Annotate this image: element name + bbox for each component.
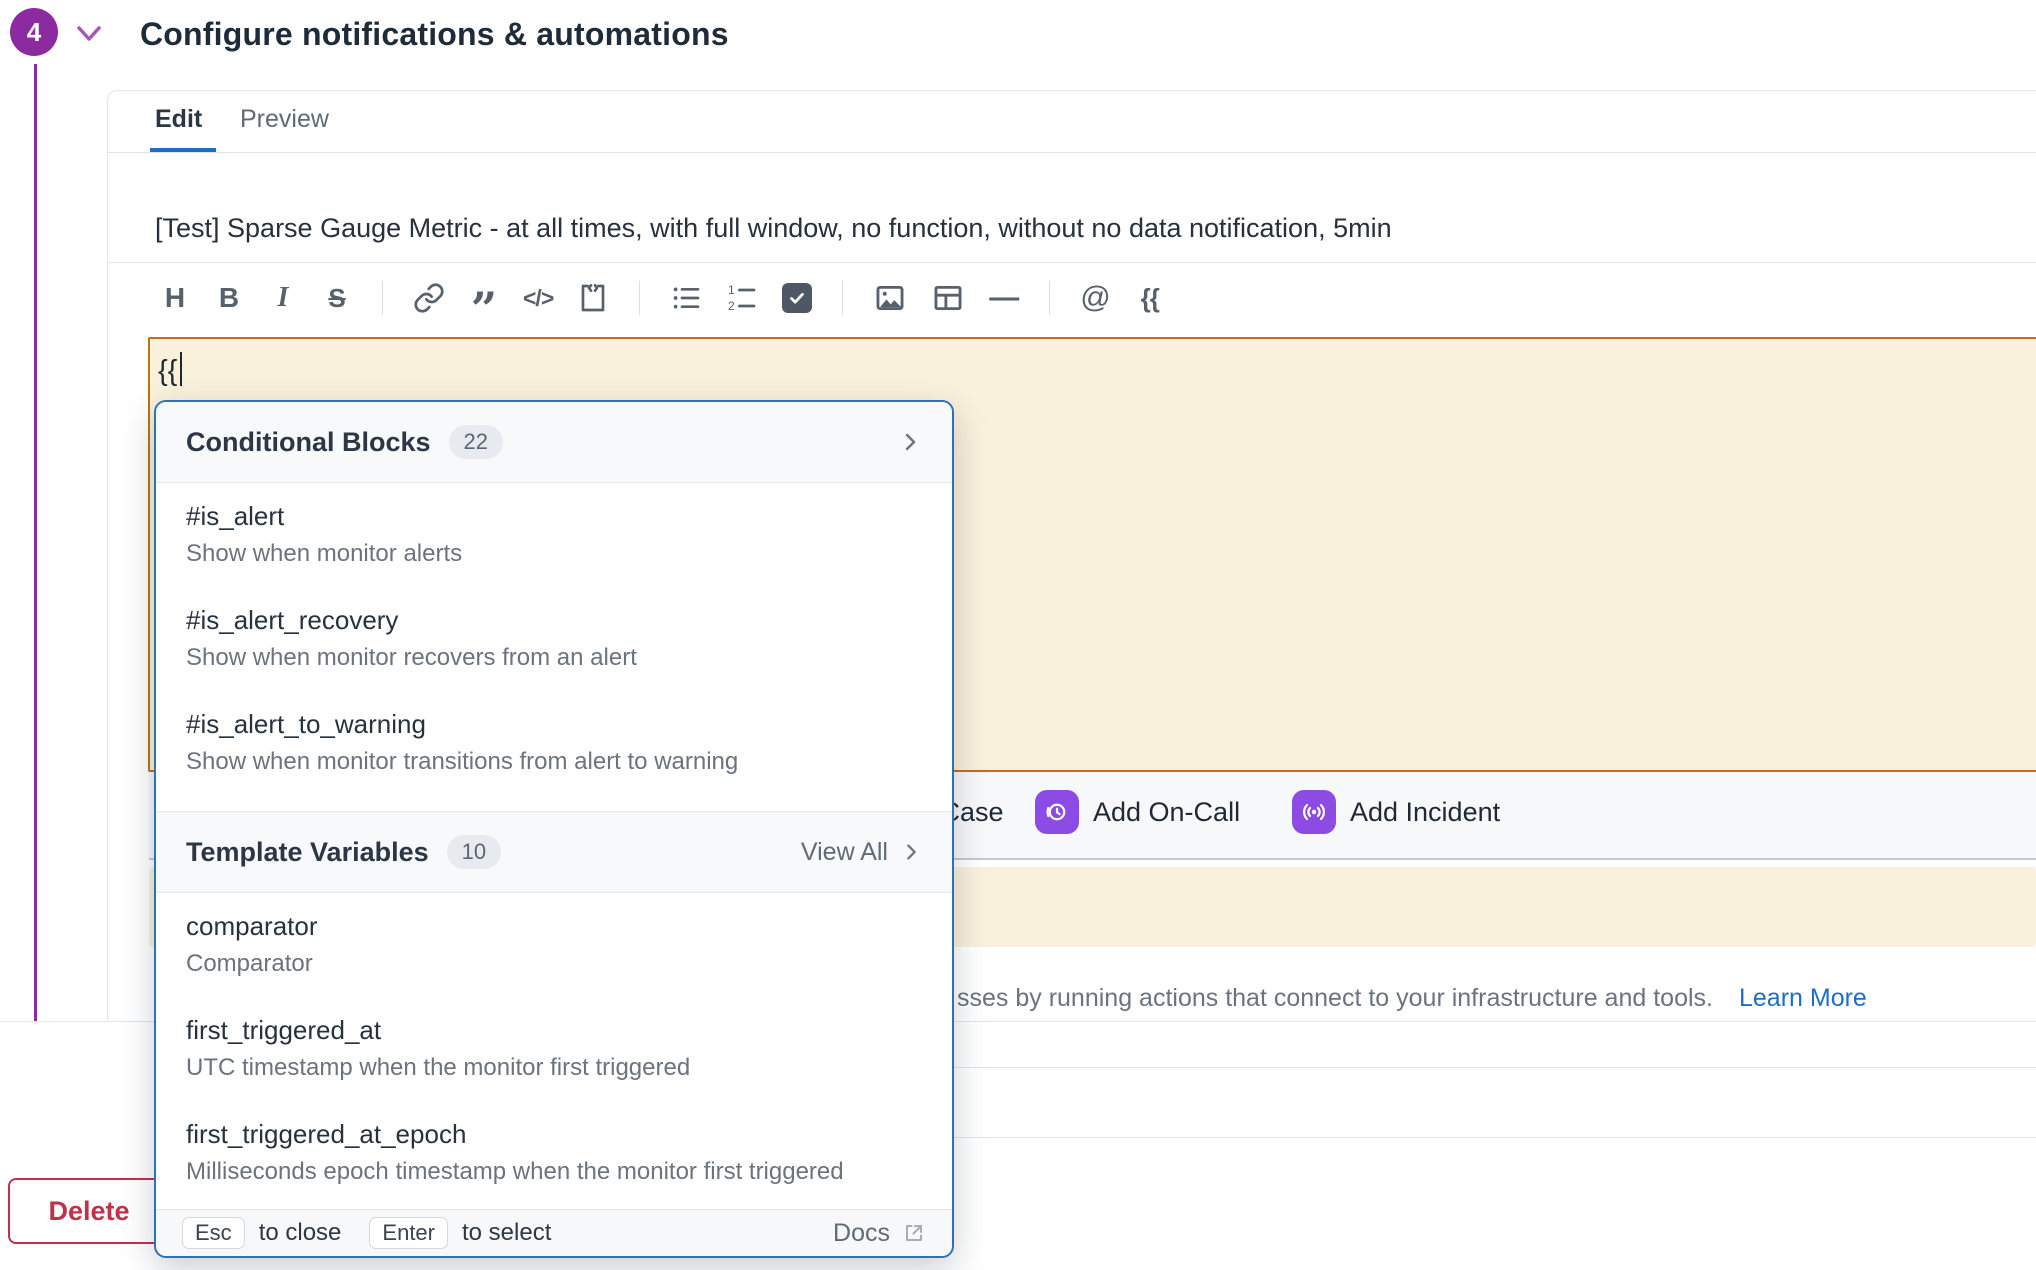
autocomplete-footer: Esc to close Enter to select Docs (156, 1209, 952, 1256)
view-all-link[interactable]: View All (801, 838, 922, 867)
enter-key-hint: Enter (369, 1217, 448, 1249)
formatting-toolbar: H B I S ” </> 1 (160, 274, 1165, 322)
toolbar-divider (639, 281, 640, 315)
numbered-list-icon[interactable]: 1 2 (726, 278, 758, 318)
automations-note-row: sses by running actions that connect to … (957, 984, 1867, 1013)
template-autocomplete-popover: Conditional Blocks 22 #is_alert Show whe… (154, 400, 954, 1258)
step-connector-line (34, 64, 37, 1022)
link-icon[interactable] (413, 278, 445, 318)
autocomplete-item-first-triggered-at-epoch[interactable]: first_triggered_at_epoch Milliseconds ep… (156, 1101, 952, 1205)
task-list-icon[interactable] (782, 278, 812, 318)
svg-text:1: 1 (728, 283, 735, 297)
notification-title-value: [Test] Sparse Gauge Metric - at all time… (155, 213, 1392, 244)
bold-icon[interactable]: B (214, 278, 244, 318)
text-cursor (180, 352, 182, 386)
message-editor-text: {{ (158, 352, 182, 388)
incident-app-icon (1292, 790, 1336, 834)
blockquote-icon[interactable]: ” (469, 267, 499, 329)
learn-more-link[interactable]: Learn More (1739, 984, 1867, 1013)
notification-title-input[interactable] (108, 152, 2036, 263)
external-link-icon (902, 1221, 926, 1245)
image-icon[interactable] (873, 278, 907, 318)
inline-code-icon[interactable]: </> (523, 278, 553, 318)
esc-key-hint: Esc (182, 1217, 245, 1249)
bulleted-list-icon[interactable] (670, 278, 702, 318)
tab-edit[interactable]: Edit (155, 105, 202, 134)
autocomplete-item-is-alert-recovery[interactable]: #is_alert_recovery Show when monitor rec… (156, 587, 952, 691)
svg-text:2: 2 (728, 299, 735, 313)
delete-button[interactable]: Delete (8, 1178, 170, 1244)
add-on-call-button[interactable]: Add On-Call (1035, 790, 1240, 834)
toolbar-divider (382, 281, 383, 315)
add-incident-button[interactable]: Add Incident (1292, 790, 1500, 834)
italic-icon[interactable]: I (268, 278, 298, 318)
section-title: Configure notifications & automations (140, 16, 729, 53)
template-variables-count-badge: 10 (447, 835, 501, 869)
toolbar-divider (1049, 281, 1050, 315)
mention-icon[interactable]: @ (1080, 278, 1110, 318)
on-call-app-icon (1035, 790, 1079, 834)
autocomplete-item-is-alert-to-warning[interactable]: #is_alert_to_warning Show when monitor t… (156, 691, 952, 795)
template-variable-icon[interactable]: {{ (1135, 278, 1165, 318)
horizontal-rule-icon[interactable]: — (989, 278, 1019, 318)
heading-icon[interactable]: H (160, 278, 190, 318)
conditional-blocks-section-header[interactable]: Conditional Blocks 22 (156, 402, 952, 483)
autocomplete-item-is-alert[interactable]: #is_alert Show when monitor alerts (156, 483, 952, 587)
autocomplete-item-first-triggered-at[interactable]: first_triggered_at UTC timestamp when th… (156, 997, 952, 1101)
table-icon[interactable] (931, 278, 965, 318)
collapse-section-button[interactable] (74, 20, 104, 48)
chevron-right-icon (900, 841, 922, 863)
section-bottom-divider (0, 1021, 108, 1022)
docs-link[interactable]: Docs (833, 1219, 926, 1248)
chevron-down-icon (74, 20, 104, 48)
autocomplete-item-comparator[interactable]: comparator Comparator (156, 893, 952, 997)
chevron-right-icon (898, 430, 922, 454)
code-block-icon[interactable] (577, 278, 609, 318)
editor-tabbar (108, 91, 2036, 153)
section-gap (156, 795, 952, 811)
monitor-editor-screen: 4 Configure notifications & automations … (0, 0, 2036, 1270)
toolbar-divider (842, 281, 843, 315)
tab-preview[interactable]: Preview (240, 105, 329, 134)
automations-note-text: sses by running actions that connect to … (957, 984, 1713, 1013)
template-variables-section-header[interactable]: Template Variables 10 View All (156, 811, 952, 893)
strikethrough-icon[interactable]: S (322, 278, 352, 318)
conditional-blocks-count-badge: 22 (449, 425, 503, 459)
step-number-badge[interactable]: 4 (10, 8, 58, 56)
